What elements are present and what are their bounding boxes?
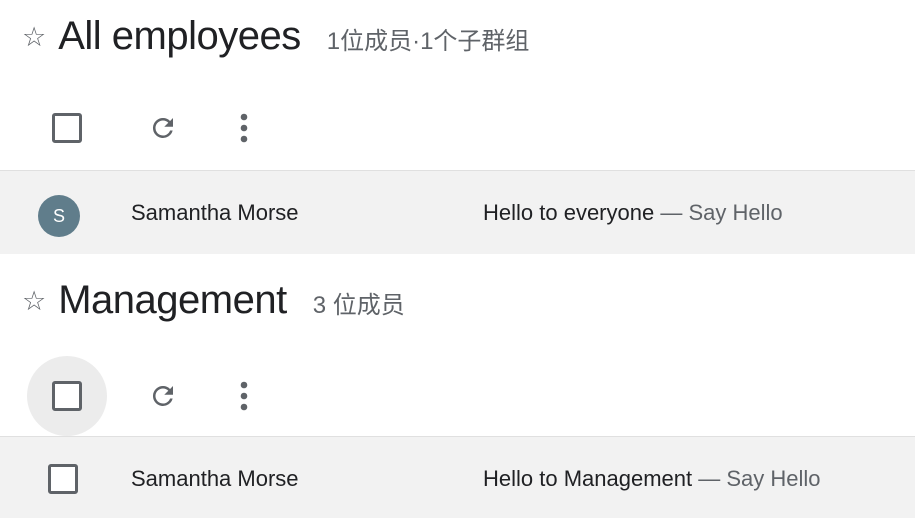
group-header-all-employees: ☆ All employees 1位成员·1个子群组 xyxy=(22,14,529,59)
select-all-checkbox-wrap[interactable] xyxy=(27,88,107,168)
groups-page: ☆ All employees 1位成员·1个子群组 S Samantha Mo… xyxy=(0,0,915,518)
sender-name: Samantha Morse xyxy=(131,200,299,225)
subject-line: Hello to everyone — Say Hello xyxy=(483,200,783,226)
group-title[interactable]: Management xyxy=(58,278,287,323)
row-checkbox[interactable] xyxy=(48,464,78,494)
subject: Hello to Management xyxy=(483,466,693,491)
more-vert-icon[interactable] xyxy=(229,376,259,416)
select-all-checkbox-wrap[interactable] xyxy=(27,356,107,436)
select-all-checkbox[interactable] xyxy=(52,113,82,143)
star-icon[interactable]: ☆ xyxy=(22,22,46,53)
more-vert-icon[interactable] xyxy=(229,108,259,148)
avatar[interactable]: S xyxy=(38,195,80,237)
subject: Hello to everyone xyxy=(483,200,655,225)
group-header-management: ☆ Management 3 位成员 xyxy=(22,278,405,323)
conversation-row[interactable]: S Samantha Morse Hello to everyone — Say… xyxy=(0,170,915,254)
conversation-row[interactable]: Samantha Morse Hello to Management — Say… xyxy=(0,436,915,518)
sender-name: Samantha Morse xyxy=(131,466,299,491)
group-member-count: 3 位成员 xyxy=(312,292,405,319)
group-toolbar xyxy=(0,354,915,438)
star-icon[interactable]: ☆ xyxy=(22,286,46,317)
subject-separator: — xyxy=(654,200,689,225)
subject-separator: — xyxy=(692,466,727,491)
subject-line: Hello to Management — Say Hello xyxy=(483,466,821,492)
select-all-checkbox[interactable] xyxy=(52,381,82,411)
refresh-icon[interactable] xyxy=(143,108,183,148)
group-toolbar xyxy=(0,86,915,170)
group-member-count: 1位成员·1个子群组 xyxy=(326,28,530,55)
snippet: Say Hello xyxy=(726,466,821,491)
group-title[interactable]: All employees xyxy=(58,14,301,59)
refresh-icon[interactable] xyxy=(143,376,183,416)
snippet: Say Hello xyxy=(688,200,783,225)
